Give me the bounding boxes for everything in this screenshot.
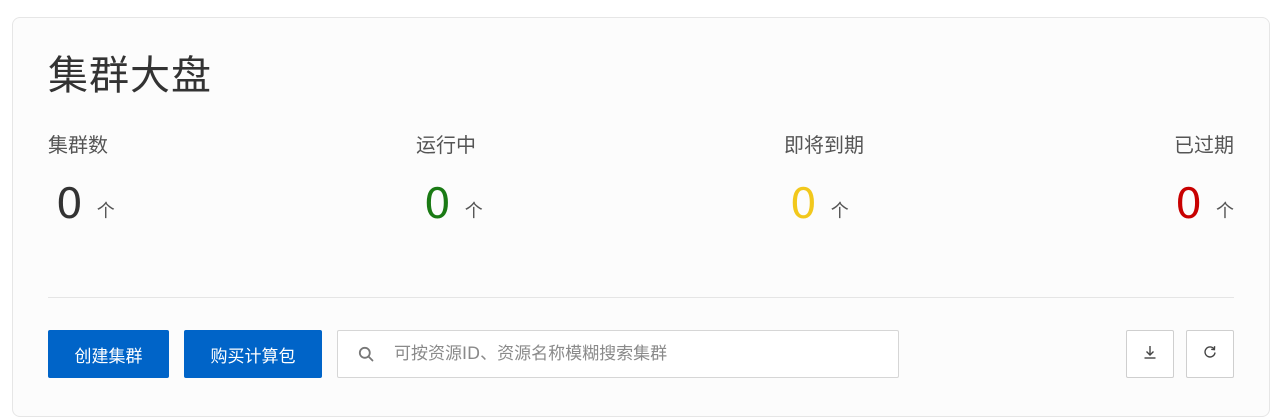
stat-value: 0 [424,179,451,228]
stat-label: 已过期 [1174,133,1234,157]
stat-value: 0 [1175,179,1202,228]
buy-compute-package-button[interactable]: 购买计算包 [184,330,322,378]
stat-unit: 个 [464,201,483,222]
stat-label: 运行中 [416,133,476,157]
download-button[interactable] [1126,330,1174,378]
stat-label: 集群数 [48,133,108,157]
divider [48,297,1234,298]
stat-value-row: 0 个 [784,174,984,228]
page-title: 集群大盘 [48,53,212,99]
search-input[interactable] [392,343,876,365]
stat-value: 0 [56,179,83,228]
refresh-icon [1202,344,1218,364]
stat-running: 运行中 0 个 [416,130,616,228]
download-icon [1142,344,1158,364]
create-cluster-button[interactable]: 创建集群 [48,330,169,378]
search-icon [356,344,376,364]
stat-value-row: 0 个 [1034,174,1234,228]
stat-unit: 个 [1216,201,1234,222]
stat-label: 即将到期 [784,133,864,157]
stat-value: 0 [790,179,817,228]
stat-unit: 个 [830,201,849,222]
stat-expiring-soon: 即将到期 0 个 [784,130,984,228]
refresh-button[interactable] [1186,330,1234,378]
stat-total-clusters: 集群数 0 个 [48,130,248,228]
search-box[interactable] [337,330,899,378]
stat-expired: 已过期 0 个 [1034,130,1234,228]
stat-value-row: 0 个 [416,174,616,228]
stat-value-row: 0 个 [48,174,248,228]
stat-unit: 个 [96,201,115,222]
